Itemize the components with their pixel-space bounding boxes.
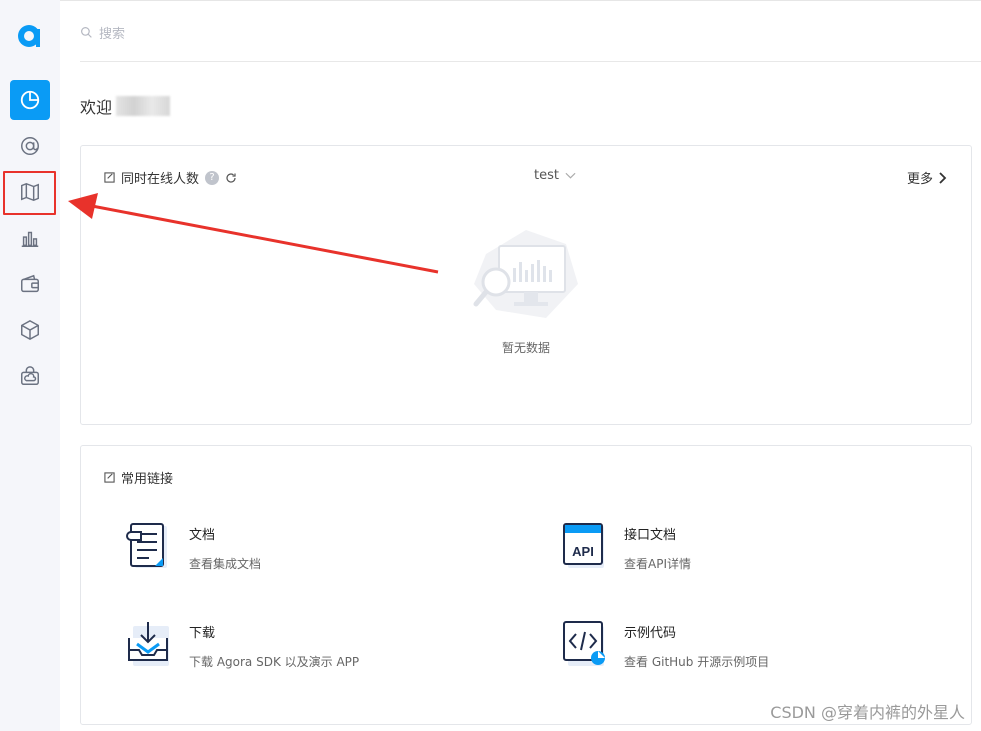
watermark: CSDN @穿着内裤的外星人 <box>770 703 965 722</box>
link-text: 文档 查看集成文档 <box>189 522 261 572</box>
sidebar-item-products[interactable] <box>10 310 50 350</box>
help-icon[interactable]: ? <box>205 170 220 185</box>
api-icon-text: API <box>572 544 594 559</box>
wallet-icon <box>21 274 39 293</box>
user-name-blurred <box>116 96 171 116</box>
sidebar-item-statistics[interactable] <box>10 218 50 258</box>
chevron-down-icon <box>565 172 576 179</box>
sidebar <box>0 0 60 731</box>
project-select[interactable]: test <box>534 168 576 183</box>
project-select-value: test <box>534 168 559 183</box>
link-text: 接口文档 查看API详情 <box>624 522 691 572</box>
link-sample-code[interactable]: 示例代码 查看 GitHub 开源示例项目 <box>560 620 769 670</box>
chevron-right-icon <box>939 171 947 184</box>
link-desc: 查看 GitHub 开源示例项目 <box>624 655 770 669</box>
search-icon <box>81 26 92 38</box>
link-desc: 查看集成文档 <box>189 557 262 571</box>
edit-icon <box>104 172 115 183</box>
empty-state-text: 暂无数据 <box>501 341 550 355</box>
cloud-bag-icon <box>21 366 39 385</box>
more-link[interactable]: 更多 <box>907 168 947 187</box>
cube-icon <box>21 319 39 341</box>
search-bar[interactable]: 搜索 <box>80 22 380 42</box>
link-docs[interactable]: 文档 查看集成文档 <box>125 522 261 572</box>
link-download[interactable]: 下载 下载 Agora SDK 以及演示 APP <box>125 620 359 670</box>
top-border <box>60 0 981 1</box>
link-desc: 查看API详情 <box>624 557 691 571</box>
no-data-illustration <box>473 230 578 318</box>
welcome-text: 欢迎 <box>80 94 171 118</box>
edit-icon <box>104 472 115 483</box>
online-users-card: 同时在线人数 ? test 更多 暂无数据 <box>80 145 972 425</box>
at-icon <box>21 137 39 155</box>
welcome-label: 欢迎 <box>80 98 113 117</box>
refresh-icon[interactable] <box>225 172 237 184</box>
link-text: 下载 下载 Agora SDK 以及演示 APP <box>189 620 359 670</box>
api-icon: API <box>563 523 604 568</box>
link-text: 示例代码 查看 GitHub 开源示例项目 <box>624 620 769 670</box>
search-input[interactable]: 搜索 <box>99 23 125 42</box>
link-title: 示例代码 <box>624 626 677 641</box>
common-links-card: 常用链接 文档 查看集成文档 API 接口文档 查看API详情 下载 下载 Ag… <box>80 445 972 725</box>
highlight-box <box>3 171 56 215</box>
link-title: 文档 <box>189 528 216 543</box>
link-title: 下载 <box>189 626 216 641</box>
header-divider <box>80 61 981 62</box>
common-links-title: 常用链接 <box>121 472 174 487</box>
link-desc: 下载 Agora SDK 以及演示 APP <box>189 655 360 669</box>
card-title: 同时在线人数 ? <box>104 168 237 187</box>
code-icon <box>563 621 605 666</box>
document-icon <box>125 523 167 568</box>
bar-chart-icon <box>21 231 39 247</box>
dashboard-icon <box>20 90 40 110</box>
agora-logo-icon[interactable] <box>15 20 45 50</box>
sidebar-item-at[interactable] <box>10 126 50 166</box>
online-users-title: 同时在线人数 <box>121 172 200 187</box>
sidebar-item-billing[interactable] <box>10 264 50 304</box>
card-title: 常用链接 <box>104 468 173 487</box>
link-title: 接口文档 <box>624 528 677 543</box>
link-api-docs[interactable]: API 接口文档 查看API详情 <box>560 522 691 572</box>
download-icon <box>128 622 169 666</box>
sidebar-item-cloud[interactable] <box>10 356 50 396</box>
more-label: 更多 <box>906 172 933 187</box>
sidebar-item-dashboard[interactable] <box>10 80 50 120</box>
